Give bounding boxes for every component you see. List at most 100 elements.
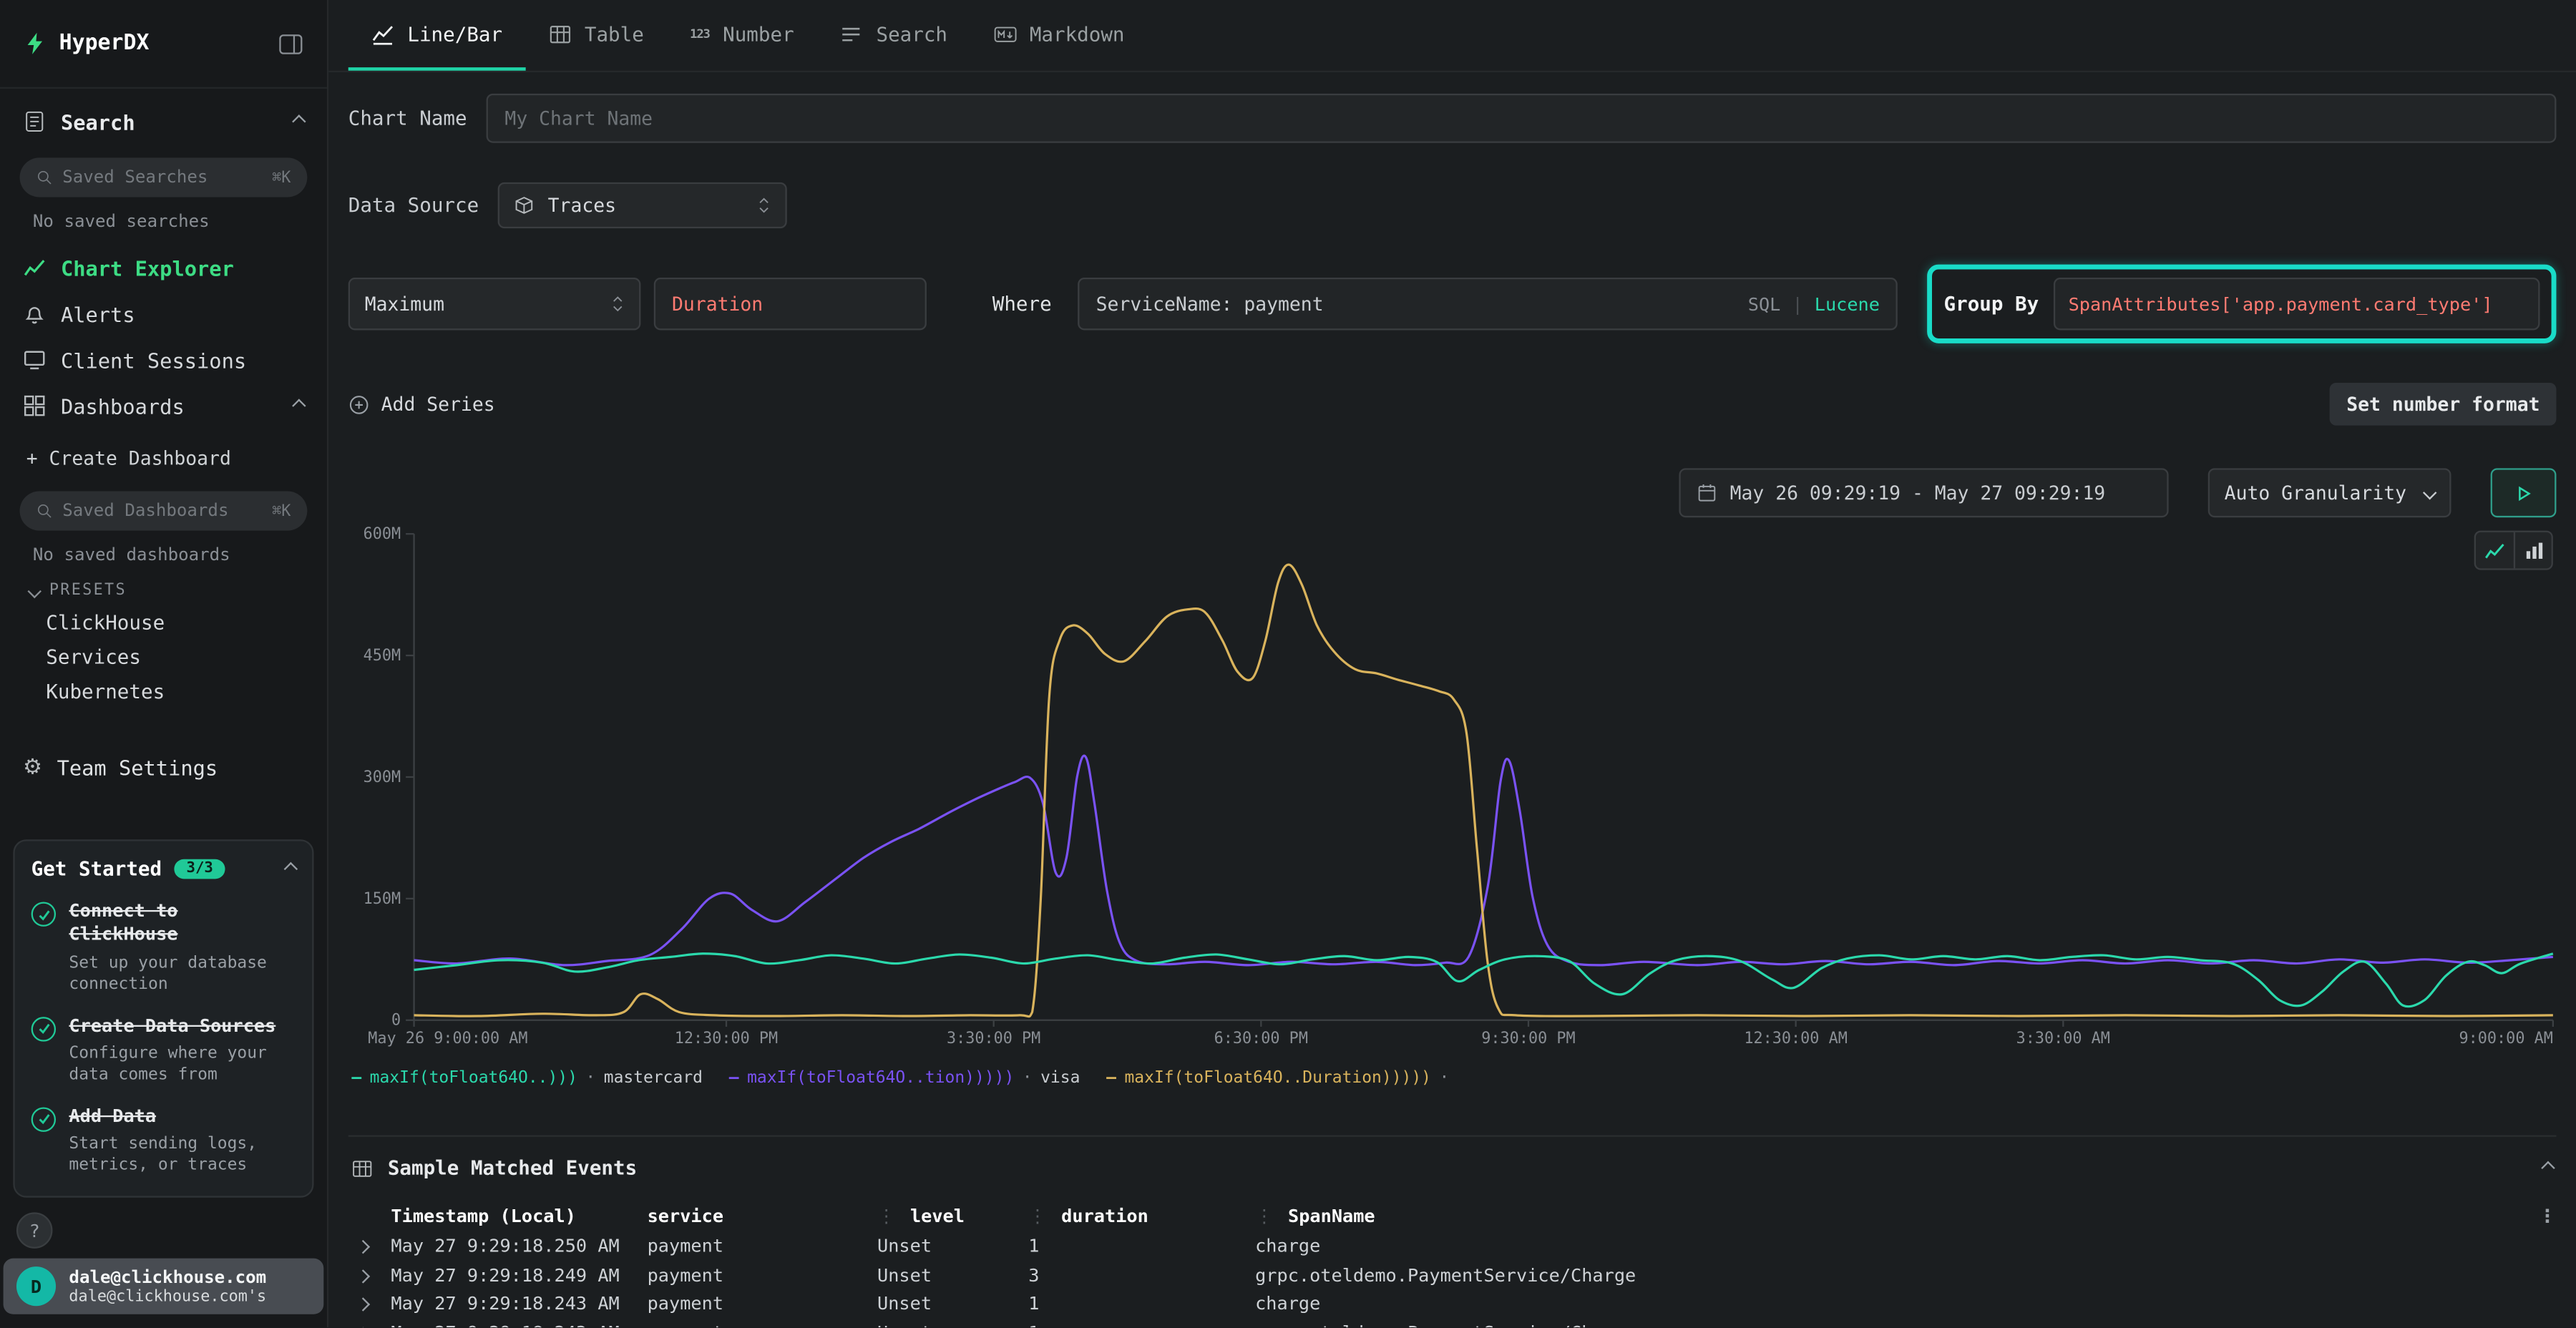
search-icon <box>36 503 53 519</box>
sidebar-preset-clickhouse[interactable]: ClickHouse <box>0 605 327 639</box>
row-expand-icon[interactable] <box>348 1264 391 1286</box>
table-cell: Unset <box>877 1322 1028 1327</box>
table-cell: 3 <box>1028 1264 1255 1286</box>
table-icon <box>548 22 571 45</box>
chevron-right-icon <box>356 1240 370 1254</box>
sidebar-item-chart-explorer[interactable]: Chart Explorer <box>0 245 327 290</box>
group-by-input[interactable]: SpanAttributes['app.payment.card_type'] <box>2054 278 2540 330</box>
table-icon <box>351 1157 373 1178</box>
column-header-service[interactable]: service <box>648 1205 877 1226</box>
column-resize-handle[interactable]: ⋮ <box>1255 1205 1273 1226</box>
data-source-select[interactable]: Traces <box>499 182 788 228</box>
sql-toggle[interactable]: SQL <box>1748 293 1781 315</box>
create-dashboard-button[interactable]: + Create Dashboard <box>0 439 327 478</box>
tab-table[interactable]: Table <box>525 0 667 71</box>
table-row[interactable]: May 27 9:29:18.243 AMpaymentUnset1charge <box>348 1289 2557 1318</box>
aggregation-select[interactable]: Maximum <box>348 278 641 330</box>
shortcut-badge: ⌘K <box>272 168 291 186</box>
tab-markdown[interactable]: Markdown <box>970 0 1147 71</box>
chevron-up-icon[interactable] <box>292 114 306 128</box>
x-axis-label: 6:30:00 PM <box>1214 1030 1308 1048</box>
legend-swatch: — <box>729 1070 739 1088</box>
table-row[interactable]: May 27 9:29:18.243 AMpaymentUnset1grpc.o… <box>348 1318 2557 1327</box>
chart-legend: —maxIf(toFloat64O..)))·mastercard—maxIf(… <box>351 1070 1457 1088</box>
x-axis-label: May 26 9:00:00 AM <box>368 1030 527 1048</box>
table-row[interactable]: May 27 9:29:18.250 AMpaymentUnset1charge <box>348 1232 2557 1261</box>
user-menu[interactable]: D dale@clickhouse.com dale@clickhouse.co… <box>4 1259 324 1314</box>
number-icon: 123 <box>690 26 710 42</box>
sidebar-item-search[interactable]: Search <box>0 89 327 155</box>
table-row[interactable]: May 27 9:29:18.249 AMpaymentUnset3grpc.o… <box>348 1261 2557 1289</box>
chart-name-input[interactable] <box>504 107 2538 130</box>
saved-dashboards-input[interactable]: Saved Dashboards ⌘K <box>20 491 308 530</box>
tab-line-bar[interactable]: Line/Bar <box>348 0 525 71</box>
table-cell: payment <box>648 1264 877 1286</box>
x-axis-label: 9:00:00 AM <box>2459 1030 2553 1048</box>
legend-item: —maxIf(toFloat64O..tion)))))·visa <box>729 1070 1080 1088</box>
row-expand-icon[interactable] <box>348 1322 391 1327</box>
column-resize-handle[interactable]: ⋮ <box>1028 1205 1046 1226</box>
get-started-item-add-data[interactable]: Add DataStart sending logs, metrics, or … <box>31 1105 296 1176</box>
run-query-button[interactable] <box>2491 468 2557 517</box>
sidebar-preset-services[interactable]: Services <box>0 639 327 673</box>
chart-editor: Chart Name Data Source Traces <box>328 94 2576 1327</box>
events-header-row: Timestamp (Local)service⋮level⋮duration⋮… <box>348 1199 2557 1232</box>
lucene-toggle[interactable]: Lucene <box>1815 293 1880 315</box>
chevron-up-icon[interactable] <box>284 862 298 876</box>
sidebar-item-dashboards[interactable]: Dashboards <box>0 383 327 429</box>
chevron-up-icon[interactable] <box>2541 1161 2555 1175</box>
get-started-item-connect-to-clickhouse[interactable]: Connect to ClickHouseSet up your databas… <box>31 900 296 995</box>
field-input[interactable]: Duration <box>654 278 927 330</box>
where-input[interactable]: ServiceName: payment SQL | Lucene <box>1078 278 1898 330</box>
group-by-label: Group By <box>1944 293 2039 316</box>
sidebar-item-client-sessions[interactable]: Client Sessions <box>0 337 327 383</box>
presets-header[interactable]: PRESETS <box>29 582 327 600</box>
chart: 0150M300M450M600M May 26 9:00:00 AM12:30… <box>348 534 2557 1102</box>
column-header-label: SpanName <box>1288 1205 1375 1226</box>
sidebar-item-alerts[interactable]: Alerts <box>0 290 327 336</box>
column-resize-handle[interactable]: ⋮ <box>877 1205 895 1226</box>
saved-searches-input[interactable]: Saved Searches ⌘K <box>20 157 308 197</box>
legend-swatch: — <box>351 1070 361 1088</box>
search-list-icon <box>840 22 863 45</box>
tab-search[interactable]: Search <box>817 0 970 71</box>
column-header-spanname[interactable]: ⋮ SpanName <box>1255 1205 2527 1226</box>
sidebar-item-team-settings[interactable]: ⚙ Team Settings <box>0 744 327 790</box>
granularity-select[interactable]: Auto Granularity <box>2208 468 2451 517</box>
chart-canvas <box>414 534 2553 1020</box>
row-expand-icon[interactable] <box>348 1236 391 1257</box>
table-cell: charge <box>1255 1293 2527 1314</box>
date-range-picker[interactable]: May 26 09:29:19 - May 27 09:29:19 <box>1679 468 2168 517</box>
tab-label: Search <box>876 22 947 45</box>
column-header-level[interactable]: ⋮level <box>877 1205 1028 1226</box>
add-series-button[interactable]: Add Series <box>348 393 495 416</box>
column-header-timestamp-local[interactable]: Timestamp (Local) <box>391 1205 647 1226</box>
plot-area[interactable]: May 26 9:00:00 AM12:30:00 PM3:30:00 PM6:… <box>414 534 2553 1020</box>
plus-circle-icon <box>348 394 370 415</box>
sidebar-preset-kubernetes[interactable]: Kubernetes <box>0 673 327 708</box>
table-options-icon[interactable]: ⋮ <box>2527 1205 2556 1226</box>
get-started-badge: 3/3 <box>175 859 224 879</box>
help-button[interactable]: ? <box>16 1212 53 1249</box>
row-expand-icon[interactable] <box>348 1293 391 1314</box>
tab-number[interactable]: 123Number <box>667 0 817 71</box>
get-started-title: Get Started <box>31 857 162 880</box>
select-chevrons-icon <box>611 294 624 314</box>
saved-searches-placeholder: Saved Searches <box>62 167 208 187</box>
select-chevrons-icon <box>758 195 771 215</box>
play-icon <box>2514 484 2532 502</box>
legend-separator: · <box>1023 1070 1033 1088</box>
table-cell: 1 <box>1028 1236 1255 1257</box>
table-cell: May 27 9:29:18.243 AM <box>391 1293 647 1314</box>
column-header-duration[interactable]: ⋮duration <box>1028 1205 1255 1226</box>
saved-dashboards-placeholder: Saved Dashboards <box>62 501 228 521</box>
column-header-label: Timestamp (Local) <box>391 1205 576 1226</box>
get-started-item-create-data-sources[interactable]: Create Data SourcesConfigure where your … <box>31 1015 296 1085</box>
chevron-up-icon[interactable] <box>292 399 306 412</box>
logo[interactable]: HyperDX <box>23 31 149 56</box>
collapse-sidebar-icon[interactable] <box>278 30 304 57</box>
legend-separator: · <box>1439 1070 1449 1088</box>
get-started-header[interactable]: Get Started 3/3 <box>31 857 296 880</box>
no-saved-dashboards-text: No saved dashboards <box>33 545 327 565</box>
set-number-format-button[interactable]: Set number format <box>2330 383 2556 426</box>
